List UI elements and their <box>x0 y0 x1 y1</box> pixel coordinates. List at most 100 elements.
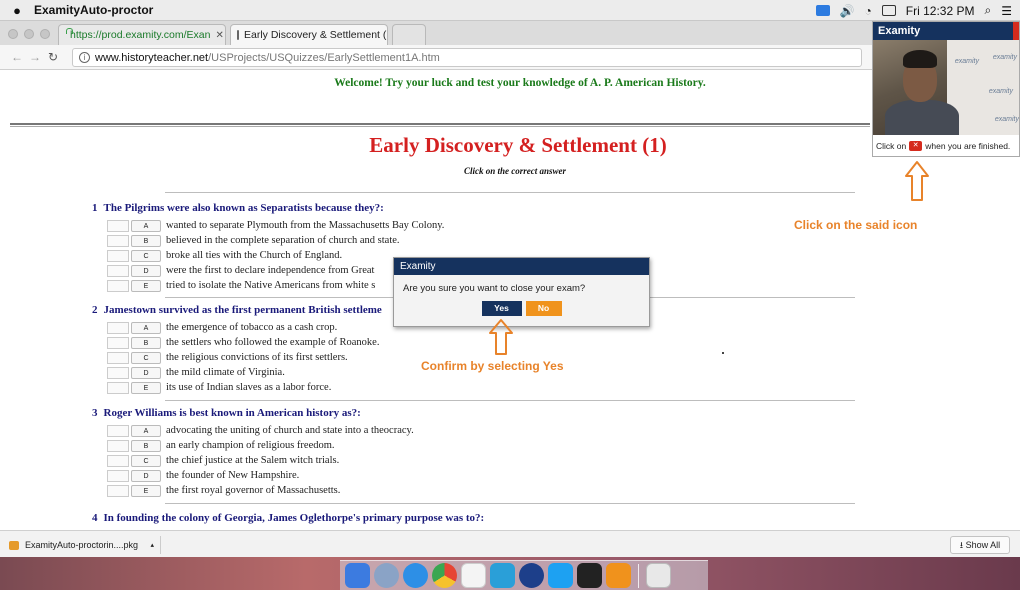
answer-button[interactable]: E <box>131 381 161 394</box>
answer-checkbox[interactable] <box>107 264 129 277</box>
answer-text: the founder of New Hampshire. <box>166 470 300 481</box>
welcome-text: Welcome! Try your luck and test your kno… <box>334 77 706 89</box>
minimize-window-button[interactable] <box>24 29 34 39</box>
teamviewer-icon[interactable] <box>548 563 573 588</box>
address-bar[interactable]: i www.historyteacher.net/USProjects/USQu… <box>72 48 862 67</box>
tab-close-icon[interactable]: ✕ <box>215 30 223 41</box>
answer-checkbox[interactable] <box>107 454 129 467</box>
answer-button[interactable]: C <box>131 454 161 467</box>
forward-icon[interactable]: → <box>26 50 44 64</box>
installer-icon[interactable] <box>606 563 631 588</box>
answer-checkbox[interactable] <box>107 351 129 364</box>
answer-option: Bthe settlers who followed the example o… <box>107 335 382 350</box>
package-icon <box>9 540 19 550</box>
trash-icon[interactable] <box>646 563 671 588</box>
search-icon[interactable]: ⌕ <box>985 3 992 18</box>
vpn-icon[interactable] <box>519 563 544 588</box>
app-name[interactable]: ExamityAuto-proctor <box>34 3 153 17</box>
answer-checkbox[interactable] <box>107 439 129 452</box>
examity-webcam-panel: Examity examity examity examity examity … <box>872 21 1020 157</box>
lync-icon[interactable] <box>490 563 515 588</box>
examity-panel-footer: Click on ✕ when you are finished. <box>873 135 1019 156</box>
tab-examity[interactable]: https://prod.examity.com/Exan ✕ <box>58 24 226 45</box>
info-icon[interactable]: i <box>79 52 90 63</box>
answer-button[interactable]: A <box>131 219 161 232</box>
answer-text: wanted to separate Plymouth from the Mas… <box>166 220 445 231</box>
answer-checkbox[interactable] <box>107 366 129 379</box>
answer-checkbox[interactable] <box>107 484 129 497</box>
reload-icon[interactable]: ↻ <box>44 50 62 64</box>
answer-option: Ethe first royal governor of Massachuset… <box>107 483 414 498</box>
apple-menu-icon[interactable]: ● <box>0 3 34 18</box>
chevron-down-icon[interactable]: ▴ <box>150 541 154 549</box>
question-text: The Pilgrims were also known as Separati… <box>103 202 384 214</box>
close-exam-icon[interactable]: ✕ <box>909 140 923 151</box>
chrome-icon[interactable] <box>432 563 457 588</box>
answer-option: Bbelieved in the complete separation of … <box>107 233 444 248</box>
answer-checkbox[interactable] <box>107 336 129 349</box>
answer-checkbox[interactable] <box>107 321 129 334</box>
volume-icon[interactable]: 🔊 <box>840 4 855 18</box>
clock[interactable]: Fri 12:32 PM <box>906 4 975 18</box>
calendar-icon[interactable] <box>461 563 486 588</box>
answer-button[interactable]: D <box>131 469 161 482</box>
answer-checkbox[interactable] <box>107 219 129 232</box>
answer-checkbox[interactable] <box>107 381 129 394</box>
answer-button[interactable]: E <box>131 279 161 292</box>
answer-button[interactable]: A <box>131 424 161 437</box>
download-icon: ⭳ <box>959 540 964 550</box>
answer-text: the chief justice at the Salem witch tri… <box>166 455 340 466</box>
yes-button[interactable]: Yes <box>481 301 522 316</box>
battery-icon[interactable] <box>881 5 896 16</box>
tab-bar: https://prod.examity.com/Exan ✕ Early Di… <box>0 21 1020 45</box>
safari-icon[interactable] <box>403 563 428 588</box>
list-icon[interactable]: ☰ <box>1001 4 1012 18</box>
tab-early-discovery[interactable]: Early Discovery & Settlement ( ✕ <box>230 24 388 45</box>
answer-button[interactable]: A <box>131 321 161 334</box>
question-text: In founding the colony of Georgia, James… <box>103 512 485 524</box>
answer-checkbox[interactable] <box>107 249 129 262</box>
close-exam-dialog: Examity Are you sure you want to close y… <box>393 257 650 327</box>
dialog-buttons: Yes No <box>394 301 649 316</box>
question-2: 2 Jamestown survived as the first permane… <box>92 304 382 395</box>
answer-button[interactable]: B <box>131 336 161 349</box>
terminal-icon[interactable] <box>577 563 602 588</box>
answer-checkbox[interactable] <box>107 234 129 247</box>
download-item[interactable]: ExamityAuto-proctorin....pkg ▴ <box>9 536 161 554</box>
answer-button[interactable]: E <box>131 484 161 497</box>
dialog-message: Are you sure you want to close your exam… <box>403 283 586 294</box>
answer-checkbox[interactable] <box>107 279 129 292</box>
answer-checkbox[interactable] <box>107 424 129 437</box>
show-all-button[interactable]: ⭳ Show All <box>950 536 1010 554</box>
answer-text: tried to isolate the Native Americans fr… <box>166 280 376 291</box>
answer-text: the religious convictions of its first s… <box>166 352 348 363</box>
answer-button[interactable]: C <box>131 351 161 364</box>
answer-button[interactable]: D <box>131 366 161 379</box>
zoom-window-button[interactable] <box>40 29 50 39</box>
finder-icon[interactable] <box>345 563 370 588</box>
dialog-title: Examity <box>394 258 649 275</box>
answer-option: Cthe chief justice at the Salem witch tr… <box>107 453 414 468</box>
answer-button[interactable]: B <box>131 439 161 452</box>
question-title: 4 In founding the colony of Georgia, Jame… <box>92 512 484 528</box>
question-number: 1 <box>92 202 98 214</box>
dock-divider <box>638 563 639 588</box>
examity-icon[interactable] <box>815 5 830 16</box>
answer-button[interactable]: C <box>131 249 161 262</box>
answer-checkbox[interactable] <box>107 469 129 482</box>
webcam-feed: examity examity examity examity <box>873 40 1019 135</box>
footer-suffix: when you are finished. <box>925 140 1011 151</box>
annotation-icon-note: Click on the said icon <box>794 218 918 232</box>
new-tab-button[interactable] <box>392 24 426 45</box>
answer-option: Athe emergence of tobacco as a cash crop… <box>107 320 382 335</box>
wifi-icon[interactable]: ◔ <box>865 4 872 18</box>
answer-button[interactable]: B <box>131 234 161 247</box>
close-window-button[interactable] <box>8 29 18 39</box>
stray-dot <box>722 352 724 354</box>
launchpad-icon[interactable] <box>374 563 399 588</box>
answer-button[interactable]: D <box>131 264 161 277</box>
examity-close-button[interactable] <box>1013 22 1019 40</box>
no-button[interactable]: No <box>525 301 562 316</box>
back-icon[interactable]: ← <box>8 50 26 64</box>
examity-watermark: examity <box>954 58 979 65</box>
